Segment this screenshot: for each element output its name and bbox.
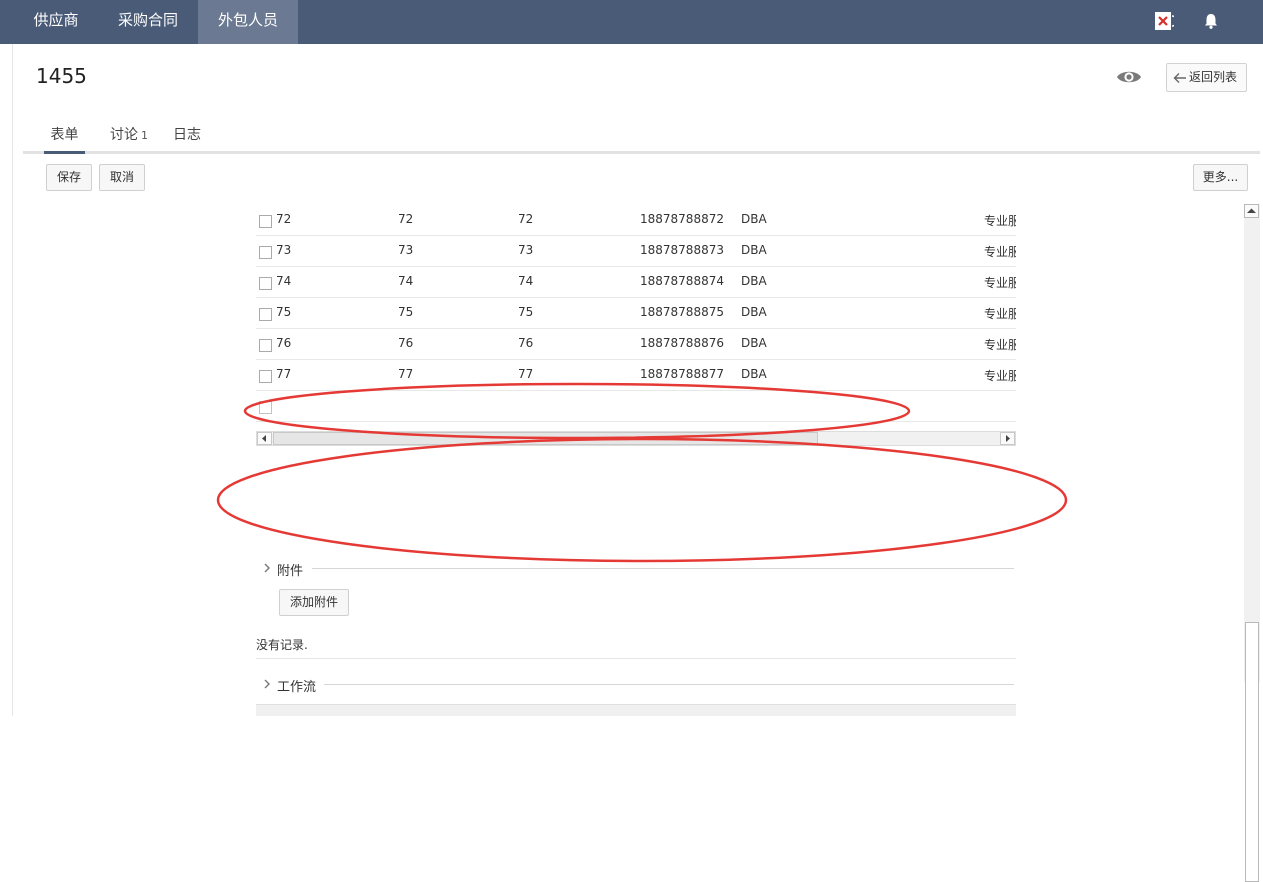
tab-form[interactable]: 表单	[44, 124, 85, 154]
table-row[interactable]: 74 74 74 18878788874 DBA 专业服	[256, 267, 1016, 298]
cell-col2: 73	[398, 243, 414, 257]
close-red-icon[interactable]	[1152, 10, 1178, 32]
record-title: 1455	[36, 64, 87, 88]
row-checkbox[interactable]	[259, 277, 272, 290]
nav-tab-outsourced-staff[interactable]: 外包人员	[198, 0, 298, 44]
row-checkbox[interactable]	[259, 215, 272, 228]
tab-form-label: 表单	[50, 127, 79, 143]
chevron-right-icon[interactable]	[262, 562, 272, 574]
cell-role: DBA	[741, 305, 767, 319]
tab-discussion[interactable]: 讨论 1	[110, 124, 148, 154]
record-tabs: 表单 讨论 1 日志	[23, 118, 1260, 154]
cell-col3: 74	[518, 274, 534, 288]
cell-phone: 18878788873	[640, 243, 724, 257]
eye-icon[interactable]	[1115, 66, 1143, 88]
back-to-list-button[interactable]: 返回列表	[1166, 63, 1247, 92]
tab-discussion-label: 讨论	[110, 127, 138, 143]
nav-tab-purchase-contract[interactable]: 采购合同	[103, 0, 193, 44]
cell-col3: 76	[518, 336, 534, 350]
tab-log-label: 日志	[173, 127, 201, 143]
page-vertical-scrollbar[interactable]	[1244, 204, 1260, 882]
cell-phone: 18878788874	[640, 274, 724, 288]
table-row[interactable]: 73 73 73 18878788873 DBA 专业服	[256, 236, 1016, 267]
cell-service: 专业服	[984, 276, 1016, 290]
arrow-left-icon	[1173, 73, 1186, 83]
table-row[interactable]: 72 72 72 18878788872 DBA 专业服	[256, 205, 1016, 236]
cell-phone: 18878788876	[640, 336, 724, 350]
cell-col1: 72	[276, 212, 292, 226]
scroll-up-button[interactable]	[1244, 204, 1259, 218]
more-button[interactable]: 更多...	[1193, 164, 1248, 191]
scroll-thumb[interactable]	[1245, 622, 1259, 882]
cell-service: 专业服	[984, 307, 1016, 321]
discussion-count: 1	[141, 129, 148, 142]
cell-col1: 74	[276, 274, 292, 288]
add-attachment-button[interactable]: 添加附件	[279, 589, 349, 616]
workflow-table-header	[256, 704, 1016, 716]
table-horizontal-scrollbar[interactable]	[256, 431, 1016, 446]
cell-service: 专业服	[984, 245, 1016, 259]
cell-service: 专业服	[984, 338, 1016, 352]
cell-col1: 76	[276, 336, 292, 350]
attachments-section-title[interactable]: 附件	[277, 560, 303, 579]
chevron-right-icon[interactable]	[262, 678, 272, 690]
left-divider	[12, 44, 13, 716]
divider	[324, 684, 1014, 685]
cell-col1: 77	[276, 367, 292, 381]
scroll-left-button[interactable]	[257, 432, 272, 445]
annotation-ellipse-blank-area	[216, 437, 1068, 563]
table-row[interactable]: 75 75 75 18878788875 DBA 专业服	[256, 298, 1016, 329]
cancel-button[interactable]: 取消	[99, 164, 145, 191]
cell-col2: 75	[398, 305, 414, 319]
cell-role: DBA	[741, 212, 767, 226]
row-checkbox[interactable]	[259, 370, 272, 383]
cell-col3: 75	[518, 305, 534, 319]
cell-col2: 77	[398, 367, 414, 381]
table-row-empty[interactable]	[256, 391, 1016, 422]
cell-role: DBA	[741, 274, 767, 288]
cell-role: DBA	[741, 243, 767, 257]
row-checkbox[interactable]	[259, 246, 272, 259]
cell-role: DBA	[741, 336, 767, 350]
save-button[interactable]: 保存	[46, 164, 92, 191]
divider	[312, 568, 1014, 569]
cell-col3: 77	[518, 367, 534, 381]
nav-tab-supplier[interactable]: 供应商	[18, 0, 94, 44]
row-checkbox[interactable]	[259, 401, 272, 414]
cell-phone: 18878788877	[640, 367, 724, 381]
scroll-right-button[interactable]	[1000, 432, 1015, 445]
divider	[256, 658, 1016, 659]
cell-col2: 74	[398, 274, 414, 288]
table-row[interactable]: 77 77 77 18878788877 DBA 专业服	[256, 360, 1016, 391]
workflow-section-title[interactable]: 工作流	[277, 676, 316, 695]
cell-phone: 18878788875	[640, 305, 724, 319]
cell-col2: 72	[398, 212, 414, 226]
cell-phone: 18878788872	[640, 212, 724, 226]
no-records-text: 没有记录.	[256, 638, 308, 652]
cell-col3: 72	[518, 212, 534, 226]
row-checkbox[interactable]	[259, 308, 272, 321]
top-nav-bar: 供应商 采购合同 外包人员	[0, 0, 1263, 44]
cell-role: DBA	[741, 367, 767, 381]
bell-icon[interactable]	[1200, 10, 1222, 32]
tab-log[interactable]: 日志	[173, 124, 201, 154]
cell-col1: 75	[276, 305, 292, 319]
cell-col2: 76	[398, 336, 414, 350]
cell-col3: 73	[518, 243, 534, 257]
scroll-thumb[interactable]	[273, 432, 818, 445]
row-checkbox[interactable]	[259, 339, 272, 352]
cell-service: 专业服	[984, 369, 1016, 383]
back-to-list-label: 返回列表	[1189, 70, 1238, 84]
cell-service: 专业服	[984, 214, 1016, 228]
table-row[interactable]: 76 76 76 18878788876 DBA 专业服	[256, 329, 1016, 360]
cell-col1: 73	[276, 243, 292, 257]
